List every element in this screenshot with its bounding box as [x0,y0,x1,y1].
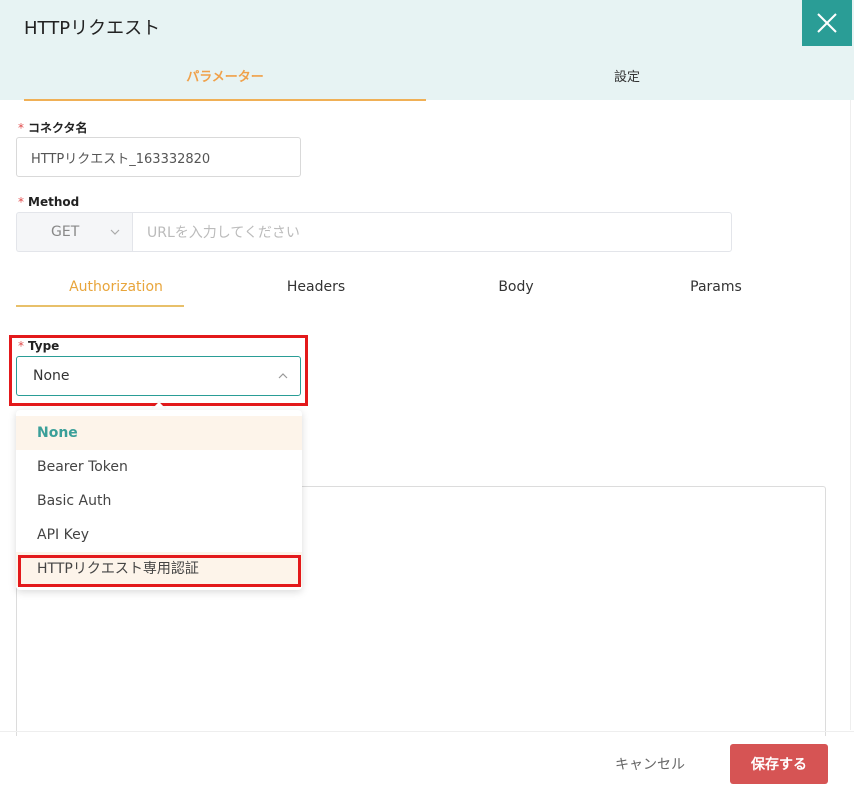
auth-type-value: None [33,368,70,384]
cancel-button[interactable]: キャンセル [600,744,700,784]
tab-params[interactable]: Params [616,279,816,295]
url-input[interactable]: URLを入力してください [132,212,732,252]
scrollbar-track [850,100,851,730]
close-button[interactable] [802,0,852,46]
option-none[interactable]: None [16,416,302,450]
method-select[interactable]: GET [16,212,132,252]
active-tab-indicator [24,99,426,101]
required-mark: * [18,195,24,209]
type-label: * Type [18,339,60,353]
tab-headers[interactable]: Headers [216,279,416,295]
connector-name-label: * コネクタ名 [18,121,88,135]
active-subtab-indicator [16,305,184,307]
method-label: * Method [18,195,80,209]
dialog-title: HTTPリクエスト [24,18,161,39]
tab-body[interactable]: Body [416,279,616,295]
save-button[interactable]: 保存する [730,744,828,784]
auth-type-select[interactable]: None [16,356,301,396]
connector-name-input[interactable]: HTTPリクエスト_163332820 [16,137,301,177]
tab-authorization[interactable]: Authorization [16,279,216,295]
required-mark: * [18,121,24,135]
connector-name-value: HTTPリクエスト_163332820 [31,151,211,167]
chevron-up-icon [278,373,288,379]
option-basic-auth[interactable]: Basic Auth [16,484,302,518]
tab-parameters[interactable]: パラメーター [24,66,426,85]
footer-divider [0,731,854,732]
option-api-key[interactable]: API Key [16,518,302,552]
option-highlight [18,555,301,587]
required-mark: * [18,339,24,353]
tab-settings[interactable]: 設定 [426,66,828,85]
method-value: GET [51,224,80,240]
close-icon [817,13,837,33]
option-bearer-token[interactable]: Bearer Token [16,450,302,484]
chevron-down-icon [110,229,120,235]
url-placeholder: URLを入力してください [147,225,300,241]
